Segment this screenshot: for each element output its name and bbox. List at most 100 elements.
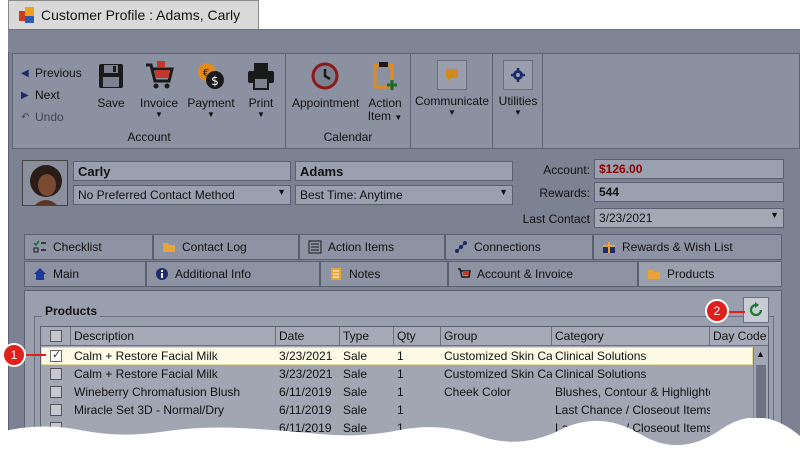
rewards-label: Rewards: bbox=[539, 186, 590, 200]
tab-main[interactable]: Main bbox=[24, 261, 146, 287]
tab-connections[interactable]: Connections bbox=[445, 234, 593, 260]
col-type[interactable]: Type bbox=[340, 327, 394, 346]
folder-icon bbox=[162, 240, 176, 254]
communicate-button[interactable]: Communicate ▼ bbox=[415, 60, 489, 118]
scroll-up-icon[interactable]: ▲ bbox=[756, 349, 765, 359]
products-title: Products bbox=[42, 304, 101, 318]
account-label: Account: bbox=[543, 163, 590, 177]
rewards-field: 544 bbox=[594, 182, 784, 202]
ribbon-group-utilities: Utilities ▼ bbox=[493, 54, 543, 148]
save-button[interactable]: Save bbox=[93, 60, 129, 110]
save-icon bbox=[95, 60, 127, 92]
cell-description: Calm + Restore Facial Milk bbox=[74, 349, 218, 363]
payment-dropdown-icon: ▼ bbox=[207, 110, 215, 119]
cell-group: Customized Skin Care bbox=[444, 367, 552, 381]
tab-checklist-label: Checklist bbox=[53, 240, 102, 254]
col-date[interactable]: Date bbox=[276, 327, 340, 346]
print-label: Print bbox=[248, 96, 274, 110]
undo-button[interactable]: ↶ Undo bbox=[21, 106, 82, 128]
row-checkbox[interactable]: ✓ bbox=[50, 349, 62, 362]
table-row[interactable]: Calm + Restore Facial Milk 3/23/2021 Sale 1… bbox=[41, 365, 753, 383]
col-day-code[interactable]: Day Code bbox=[710, 327, 768, 346]
cell-date: 3/23/2021 bbox=[279, 349, 333, 363]
notes-icon bbox=[329, 267, 343, 281]
ribbon-group-account: ◀ Previous ▶ Next ↶ Undo Save Invoice ▼ $ € bbox=[13, 54, 286, 148]
cell-date: 6/11/2019 bbox=[279, 403, 332, 417]
row-checkbox[interactable] bbox=[50, 404, 62, 416]
cell-qty: 1 bbox=[397, 349, 404, 363]
cell-date: 3/23/2021 bbox=[279, 367, 333, 381]
table-row[interactable]: Wineberry Chromafusion Blush 6/11/2019 Sal… bbox=[41, 383, 753, 401]
last-contact-label: Last Contact bbox=[522, 212, 590, 226]
ribbon-group-communicate: Communicate ▼ bbox=[411, 54, 493, 148]
chevron-down-icon: ▼ bbox=[770, 210, 779, 220]
row-checkbox[interactable] bbox=[50, 386, 62, 398]
table-row[interactable]: Miracle Set 3D - Normal/Dry 6/11/2019 Sale… bbox=[41, 401, 753, 419]
account-balance-value: $126.00 bbox=[599, 162, 643, 176]
tab-account-invoice[interactable]: Account & Invoice bbox=[448, 261, 638, 287]
window-title: Customer Profile : Adams, Carly bbox=[41, 7, 241, 23]
cell-group bbox=[441, 401, 552, 419]
tab-products[interactable]: Products bbox=[638, 261, 782, 287]
next-label: Next bbox=[35, 88, 60, 102]
folder-open-icon bbox=[647, 267, 661, 281]
select-all-header[interactable] bbox=[41, 327, 71, 346]
customer-profile-window: Customer Profile : Adams, Carly ◀ Previou… bbox=[0, 0, 800, 450]
shopping-cart-icon bbox=[143, 60, 175, 92]
best-time-select[interactable]: Best Time: Anytime ▼ bbox=[295, 185, 513, 205]
invoice-label: Invoice bbox=[139, 96, 179, 110]
best-time-value: Best Time: Anytime bbox=[300, 188, 403, 202]
cell-description: Wineberry Chromafusion Blush bbox=[74, 385, 241, 399]
checklist-icon bbox=[33, 240, 47, 254]
tab-rewards-wish-list[interactable]: Rewards & Wish List bbox=[593, 234, 782, 260]
col-category[interactable]: Category bbox=[552, 327, 710, 346]
next-button[interactable]: ▶ Next bbox=[21, 84, 82, 106]
first-name-field[interactable]: Carly bbox=[73, 161, 291, 181]
payment-label: Payment bbox=[187, 96, 235, 110]
col-description[interactable]: Description bbox=[71, 327, 276, 346]
col-qty[interactable]: Qty bbox=[394, 327, 441, 346]
clock-icon bbox=[309, 60, 341, 92]
print-button[interactable]: Print ▼ bbox=[243, 60, 279, 120]
cart-icon bbox=[457, 267, 471, 281]
invoice-button[interactable]: Invoice ▼ bbox=[135, 60, 183, 120]
tab-additional-info[interactable]: Additional Info bbox=[146, 261, 320, 287]
communicate-label: Communicate bbox=[415, 94, 490, 108]
row-checkbox[interactable] bbox=[50, 368, 62, 380]
list-icon bbox=[308, 240, 322, 254]
gift-icon bbox=[602, 240, 616, 254]
payment-button[interactable]: $ € Payment ▼ bbox=[185, 60, 237, 120]
nav-buttons: ◀ Previous ▶ Next ↶ Undo bbox=[21, 62, 82, 128]
cell-type: Sale bbox=[343, 367, 368, 381]
window-title-tab[interactable]: Customer Profile : Adams, Carly bbox=[8, 0, 259, 29]
tab-action-items[interactable]: Action Items bbox=[299, 234, 445, 260]
save-label: Save bbox=[97, 96, 125, 110]
select-all-checkbox[interactable] bbox=[50, 330, 62, 342]
action-item-button[interactable]: Action Item ▼ bbox=[364, 60, 406, 124]
last-name-field[interactable]: Adams bbox=[295, 161, 513, 181]
utilities-button[interactable]: Utilities ▼ bbox=[497, 60, 539, 118]
svg-text:€: € bbox=[203, 68, 209, 79]
cell-type: Sale bbox=[343, 403, 368, 417]
tab-notes[interactable]: Notes bbox=[320, 261, 448, 287]
cell-description: Miracle Set 3D - Normal/Dry bbox=[74, 403, 225, 417]
last-contact-select[interactable]: 3/23/2021 ▼ bbox=[594, 208, 784, 228]
col-group[interactable]: Group bbox=[441, 327, 552, 346]
tab-connections-label: Connections bbox=[474, 240, 541, 254]
torn-edge bbox=[0, 418, 800, 450]
contact-method-select[interactable]: No Preferred Contact Method ▼ bbox=[73, 185, 291, 205]
refresh-button[interactable] bbox=[743, 297, 769, 323]
ribbon-group-calendar: Appointment Action Item ▼ Calendar bbox=[286, 54, 411, 148]
rewards-value: 544 bbox=[599, 185, 620, 199]
tab-checklist[interactable]: Checklist bbox=[24, 234, 153, 260]
invoice-dropdown-icon: ▼ bbox=[155, 110, 163, 119]
previous-button[interactable]: ◀ Previous bbox=[21, 62, 82, 84]
table-row[interactable]: ✓ Calm + Restore Facial Milk 3/23/2021 Sale… bbox=[41, 347, 753, 365]
table-header: Description Date Type Qty Group Category… bbox=[41, 327, 768, 346]
tab-contact-log[interactable]: Contact Log bbox=[153, 234, 299, 260]
appointment-button[interactable]: Appointment bbox=[292, 60, 359, 110]
gear-icon bbox=[503, 60, 533, 90]
last-contact-value: 3/23/2021 bbox=[599, 211, 653, 225]
svg-text:$: $ bbox=[211, 74, 219, 88]
account-balance-field: $126.00 bbox=[594, 159, 784, 179]
